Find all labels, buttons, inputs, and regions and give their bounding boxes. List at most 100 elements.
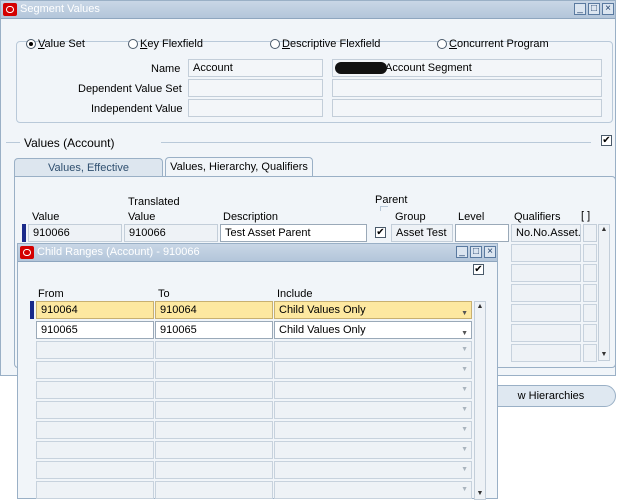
include-select-empty[interactable]: ▼	[274, 381, 472, 399]
parent-checkbox[interactable]: ✔	[375, 227, 386, 238]
from-cell[interactable]: 910065	[36, 321, 154, 339]
radio-label-value-set: Value Set	[38, 38, 85, 50]
dependent-description-field[interactable]	[332, 79, 602, 97]
chevron-down-icon[interactable]: ▼	[461, 486, 468, 493]
close-icon[interactable]: ×	[602, 3, 614, 15]
chevron-down-icon[interactable]: ▼	[461, 306, 468, 318]
qualifiers-cell[interactable]: No.No.Asset.N	[511, 224, 581, 242]
to-cell[interactable]: 910065	[155, 321, 273, 339]
values-scrollbar[interactable]: ▲ ▼	[598, 224, 610, 361]
scroll-down-icon[interactable]: ▼	[475, 489, 485, 499]
name-description-text: Account Segment	[385, 62, 472, 74]
to-cell-empty[interactable]	[155, 361, 273, 379]
name-field[interactable]: Account	[188, 59, 323, 77]
from-cell-empty[interactable]	[36, 461, 154, 479]
chevron-down-icon[interactable]: ▼	[461, 466, 468, 473]
chevron-down-icon[interactable]: ▼	[461, 366, 468, 373]
qualifiers-cell-empty[interactable]	[511, 244, 581, 262]
folder-cell-empty[interactable]	[583, 304, 597, 322]
from-cell-empty[interactable]	[36, 421, 154, 439]
to-cell-empty[interactable]	[155, 481, 273, 499]
chevron-down-icon[interactable]: ▼	[461, 406, 468, 413]
include-select[interactable]: Child Values Only ▼	[274, 301, 472, 319]
col-parent-header: Parent	[375, 194, 408, 206]
maximize-icon[interactable]: □	[588, 3, 600, 15]
chevron-down-icon[interactable]: ▼	[461, 426, 468, 433]
folder-cell-empty[interactable]	[583, 244, 597, 262]
minimize-icon[interactable]: _	[456, 246, 468, 258]
independent-value-label: Independent Value	[91, 103, 183, 115]
scroll-down-icon[interactable]: ▼	[599, 350, 609, 360]
radio-concurrent-program[interactable]	[437, 39, 447, 49]
include-select-empty[interactable]: ▼	[274, 341, 472, 359]
from-cell[interactable]: 910064	[36, 301, 154, 319]
col-description-header: Description	[223, 211, 279, 223]
minimize-icon[interactable]: _	[574, 3, 586, 15]
from-cell-empty[interactable]	[36, 481, 154, 499]
to-cell-empty[interactable]	[155, 341, 273, 359]
from-cell-empty[interactable]	[36, 361, 154, 379]
include-select-empty[interactable]: ▼	[274, 421, 472, 439]
col-from-header: From	[38, 288, 64, 300]
close-icon[interactable]: ×	[484, 246, 496, 258]
include-select-empty[interactable]: ▼	[274, 401, 472, 419]
from-cell-empty[interactable]	[36, 441, 154, 459]
chevron-down-icon[interactable]: ▼	[461, 386, 468, 393]
qualifiers-cell-empty[interactable]	[511, 344, 581, 362]
independent-description-field[interactable]	[332, 99, 602, 117]
folder-cell-empty[interactable]	[583, 344, 597, 362]
folder-cell-empty[interactable]	[583, 264, 597, 282]
tab-values-effective[interactable]: Values, Effective	[14, 158, 163, 177]
maximize-icon[interactable]: □	[470, 246, 482, 258]
from-cell-empty[interactable]	[36, 341, 154, 359]
folder-cell-empty[interactable]	[583, 284, 597, 302]
col-folder-header: [ ]	[581, 210, 591, 222]
to-cell-empty[interactable]	[155, 441, 273, 459]
dependent-value-set-field[interactable]	[188, 79, 323, 97]
include-select-empty[interactable]: ▼	[274, 441, 472, 459]
child-scrollbar[interactable]: ▲ ▼	[474, 301, 486, 500]
translated-value-cell[interactable]: 910066	[124, 224, 218, 242]
qualifiers-cell-empty[interactable]	[511, 284, 581, 302]
main-window-title: Segment Values	[20, 3, 100, 15]
value-cell[interactable]: 910066	[28, 224, 122, 242]
radio-value-set[interactable]	[26, 39, 36, 49]
to-cell[interactable]: 910064	[155, 301, 273, 319]
include-select-empty[interactable]: ▼	[274, 461, 472, 479]
to-cell-empty[interactable]	[155, 381, 273, 399]
to-cell-empty[interactable]	[155, 401, 273, 419]
scroll-up-icon[interactable]: ▲	[475, 302, 485, 312]
col-qualifiers-header: Qualifiers	[514, 211, 561, 223]
scroll-up-icon[interactable]: ▲	[599, 225, 609, 235]
current-record-indicator	[22, 224, 26, 242]
main-titlebar[interactable]: Segment Values _ □ ×	[1, 1, 615, 19]
group-cell[interactable]: Asset Test	[391, 224, 453, 242]
chevron-down-icon[interactable]: ▼	[461, 326, 468, 338]
include-select[interactable]: Child Values Only ▼	[274, 321, 472, 339]
section-toggle-checkbox[interactable]: ✔	[601, 135, 612, 146]
child-titlebar[interactable]: Child Ranges (Account) - 910066 _ □ ×	[18, 244, 497, 262]
tab-values-hierarchy-qualifiers[interactable]: Values, Hierarchy, Qualifiers	[165, 157, 313, 177]
qualifiers-cell-empty[interactable]	[511, 304, 581, 322]
to-cell-empty[interactable]	[155, 461, 273, 479]
radio-key-flexfield[interactable]	[128, 39, 138, 49]
level-cell[interactable]	[455, 224, 509, 242]
include-select-empty[interactable]: ▼	[274, 481, 472, 499]
child-section-checkbox[interactable]: ✔	[473, 264, 484, 275]
child-ranges-window: Child Ranges (Account) - 910066 _ □ × ✔ …	[17, 243, 498, 500]
independent-value-field[interactable]	[188, 99, 323, 117]
col-include-header: Include	[277, 288, 313, 300]
folder-cell[interactable]	[583, 224, 597, 242]
to-cell-empty[interactable]	[155, 421, 273, 439]
from-cell-empty[interactable]	[36, 401, 154, 419]
folder-cell-empty[interactable]	[583, 324, 597, 342]
radio-descriptive-flexfield[interactable]	[270, 39, 280, 49]
from-cell-empty[interactable]	[36, 381, 154, 399]
description-cell[interactable]: Test Asset Parent	[220, 224, 367, 242]
radio-label-concurrent-program: Concurrent Program	[449, 38, 549, 50]
include-select-empty[interactable]: ▼	[274, 361, 472, 379]
chevron-down-icon[interactable]: ▼	[461, 346, 468, 353]
qualifiers-cell-empty[interactable]	[511, 264, 581, 282]
chevron-down-icon[interactable]: ▼	[461, 446, 468, 453]
qualifiers-cell-empty[interactable]	[511, 324, 581, 342]
